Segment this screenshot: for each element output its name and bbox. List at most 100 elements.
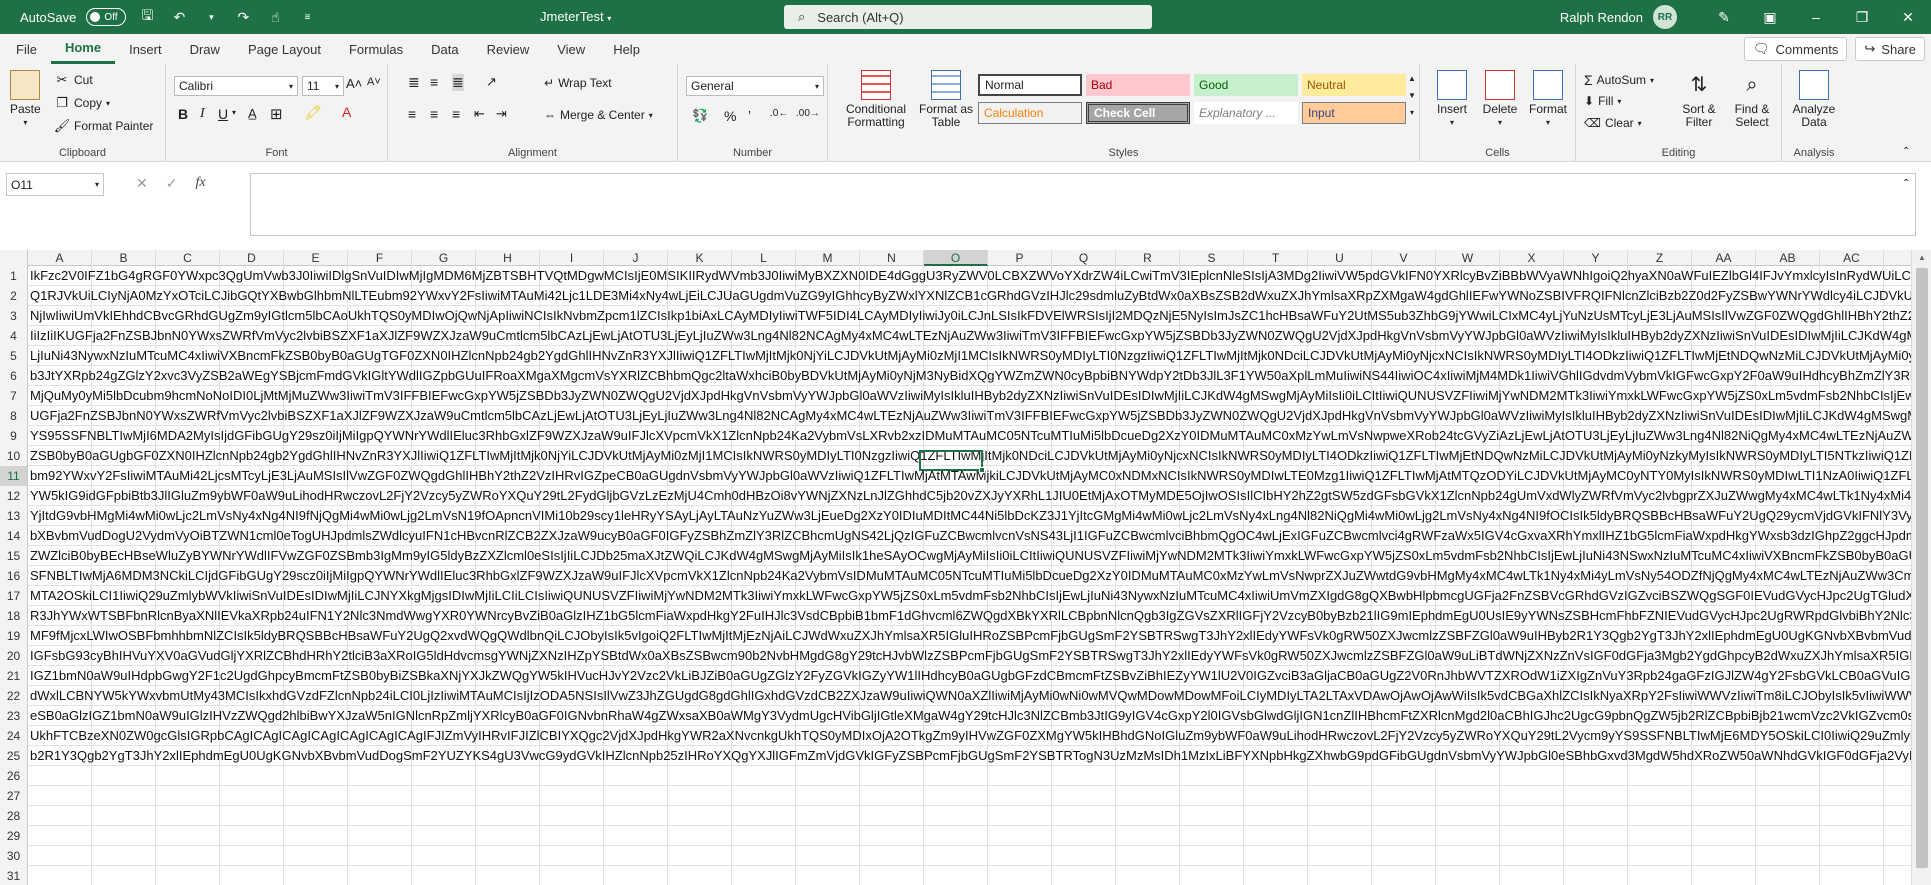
sort-filter-button[interactable]: ⇅ Sort & Filter bbox=[1676, 70, 1722, 129]
chevron-down-icon[interactable]: ▾ bbox=[232, 108, 236, 117]
column-header-j[interactable]: J bbox=[604, 250, 668, 266]
column-header-r[interactable]: R bbox=[1116, 250, 1180, 266]
fill-color-icon[interactable]: 🖍 bbox=[304, 104, 322, 121]
align-bottom-icon[interactable]: ≣ bbox=[452, 74, 464, 91]
row-header[interactable]: 3 bbox=[0, 306, 28, 326]
cell-a-text[interactable]: ZWZlciB0byBEcHBseWluZyBYWNrYWdlIFVwZGF0Z… bbox=[28, 546, 1911, 566]
row-header[interactable]: 17 bbox=[0, 586, 28, 606]
tab-draw[interactable]: Draw bbox=[176, 34, 234, 64]
column-header-u[interactable]: U bbox=[1308, 250, 1372, 266]
row-header[interactable]: 24 bbox=[0, 726, 28, 746]
cell-a-text[interactable]: SFNBLTIwMjA6MDM3NCkiLCIjdGFibGUgY29scz0i… bbox=[28, 566, 1911, 586]
number-format-select[interactable]: General ▾ bbox=[686, 76, 824, 96]
cell-a-text[interactable]: dWxlLCBNYW5kYWxvbmUtMy43MCIsIkxhdGVzdFZl… bbox=[28, 686, 1911, 706]
row-header[interactable]: 30 bbox=[0, 846, 28, 866]
column-header-k[interactable]: K bbox=[668, 250, 732, 266]
column-header-g[interactable]: G bbox=[412, 250, 476, 266]
cell-a-text[interactable]: MTA2OSkiLCI1IiwiQ29uZmlybWVkIiwiSnVuIDEs… bbox=[28, 586, 1911, 606]
row-header[interactable]: 26 bbox=[0, 766, 28, 786]
underline-icon[interactable]: U bbox=[218, 106, 228, 122]
row-header[interactable]: 7 bbox=[0, 386, 28, 406]
touch-mode-icon[interactable]: ☝ bbox=[264, 6, 286, 28]
cell-a-text[interactable]: YS95SSFNBLTIwMjI6MDA2MyIsIjdGFibGUgY29sz… bbox=[28, 426, 1911, 446]
select-all-corner[interactable] bbox=[0, 250, 28, 266]
column-header-l[interactable]: L bbox=[732, 250, 796, 266]
column-header-v[interactable]: V bbox=[1372, 250, 1436, 266]
cell-a-text[interactable]: IkFzc2V0IFZ1bG4gRGF0YWxpc3QgUmVwb3J0Iiwi… bbox=[28, 266, 1911, 286]
row-header[interactable]: 18 bbox=[0, 606, 28, 626]
decrease-decimal-icon[interactable]: .00→ bbox=[796, 108, 820, 119]
bold-icon[interactable]: B bbox=[178, 106, 188, 122]
cell-a-text[interactable]: YjItdG9vbHMgMi4wMi0wLjc2LmVsNy4xNg4NI9fN… bbox=[28, 506, 1911, 526]
align-center-icon[interactable]: ≡ bbox=[430, 106, 438, 122]
user-name[interactable]: Ralph Rendon bbox=[1560, 10, 1643, 25]
styles-scroll[interactable]: ▲ ▼ ▾ bbox=[1408, 74, 1416, 117]
column-header-h[interactable]: H bbox=[476, 250, 540, 266]
decrease-font-icon[interactable]: A˅ bbox=[367, 76, 381, 88]
active-cell-o11[interactable] bbox=[919, 450, 985, 473]
orientation-icon[interactable]: ↗ bbox=[486, 74, 497, 90]
save-icon[interactable]: 🖫 bbox=[136, 6, 158, 28]
style-input[interactable]: Input bbox=[1302, 102, 1406, 124]
increase-indent-icon[interactable]: ⇥ bbox=[496, 106, 507, 122]
undo-icon[interactable]: ↶ bbox=[168, 6, 190, 28]
column-header-x[interactable]: X bbox=[1500, 250, 1564, 266]
row-header[interactable]: 22 bbox=[0, 686, 28, 706]
column-header-z[interactable]: Z bbox=[1628, 250, 1692, 266]
style-normal[interactable]: Normal bbox=[978, 74, 1082, 96]
enter-icon[interactable]: ✓ bbox=[166, 175, 178, 192]
copy-button[interactable]: ❐ Copy ▾ bbox=[54, 95, 110, 111]
cell-a-text[interactable]: Q1RJVkUiLCIyNjA0MzYxOTciLCJibGQtYXBwbGlh… bbox=[28, 286, 1911, 306]
paste-button[interactable]: Paste ▾ bbox=[10, 70, 41, 129]
column-header-p[interactable]: P bbox=[988, 250, 1052, 266]
document-title[interactable]: JmeterTest ▾ bbox=[540, 9, 611, 24]
row-header[interactable]: 27 bbox=[0, 786, 28, 806]
increase-font-icon[interactable]: A˄ bbox=[346, 76, 362, 91]
column-header-q[interactable]: Q bbox=[1052, 250, 1116, 266]
align-right-icon[interactable]: ≡ bbox=[452, 106, 460, 122]
cell-a-text[interactable]: IGZ1bmN0aW9uIHdpbGwgY2F1c2UgdGhpcyBmcmFt… bbox=[28, 666, 1911, 686]
cut-button[interactable]: ✂ Cut bbox=[54, 72, 93, 88]
insert-cells-button[interactable]: Insert ▾ bbox=[1432, 70, 1472, 129]
column-header-w[interactable]: W bbox=[1436, 250, 1500, 266]
font-family-select[interactable]: Calibri ▾ bbox=[174, 76, 298, 96]
column-header-s[interactable]: S bbox=[1180, 250, 1244, 266]
column-header-c[interactable]: C bbox=[156, 250, 220, 266]
share-button[interactable]: ↪ Share bbox=[1855, 37, 1925, 61]
cell-a-text[interactable]: IGFsbG93cyBhIHVuYXV0aGVudGljYXRlZCBhdHRh… bbox=[28, 646, 1911, 666]
cell-a-text[interactable]: MF9fMjcxLWIwOSBFbmhhbmNlZCIsIk5ldyBRQSBB… bbox=[28, 626, 1911, 646]
collapse-ribbon-icon[interactable]: ⌃ bbox=[1902, 146, 1910, 157]
tab-data[interactable]: Data bbox=[417, 34, 472, 64]
style-bad[interactable]: Bad bbox=[1086, 74, 1190, 96]
scroll-up-icon[interactable]: ▲ bbox=[1912, 250, 1931, 266]
ribbon-display-icon[interactable]: ▣ bbox=[1747, 0, 1793, 34]
row-header[interactable]: 8 bbox=[0, 406, 28, 426]
cell-a-text[interactable]: NjIwIiwiUmVkIEhhdCBvcGRhdGUgZm9yIGtlcm5l… bbox=[28, 306, 1911, 326]
merge-center-button[interactable]: ⇔ Merge & Center ▾ bbox=[544, 108, 653, 122]
autosum-button[interactable]: Σ AutoSum ▾ bbox=[1584, 72, 1654, 88]
font-size-select[interactable]: 11 ▾ bbox=[302, 76, 344, 96]
search-box[interactable]: ⌕ Search (Alt+Q) bbox=[784, 5, 1152, 29]
style-explanatory[interactable]: Explanatory ... bbox=[1194, 102, 1298, 124]
pen-icon[interactable]: ✎ bbox=[1701, 0, 1747, 34]
redo-icon[interactable]: ↷ bbox=[232, 6, 254, 28]
column-header-b[interactable]: B bbox=[92, 250, 156, 266]
cell-a-text[interactable]: LjIuNi43NywxNzIuMTcuMC4xIiwiVXBncmFkZSB0… bbox=[28, 346, 1911, 366]
worksheet-grid[interactable]: A B C D E F G H I J K L M N O P Q R S T U V W X Y Z AA AB AC IkFzc2V… bbox=[0, 250, 1911, 885]
row-header[interactable]: 15 bbox=[0, 546, 28, 566]
cell-a-text[interactable]: UGFja2FnZSBJbnN0YWxsZWRfVmVyc2lvbiBSZXF1… bbox=[28, 406, 1911, 426]
cell-a-text[interactable]: R3JhYWxWTSBFbnRlcnByaXNlIEVkaXRpb24uIFN1… bbox=[28, 606, 1911, 626]
row-header[interactable]: 10 bbox=[0, 446, 28, 466]
fill-button[interactable]: ⬇ Fill ▾ bbox=[1584, 94, 1621, 108]
align-top-icon[interactable]: ≣ bbox=[408, 74, 420, 91]
tab-page-layout[interactable]: Page Layout bbox=[234, 34, 335, 64]
delete-cells-button[interactable]: Delete ▾ bbox=[1480, 70, 1520, 129]
close-icon[interactable]: ✕ bbox=[1885, 0, 1931, 34]
column-header-m[interactable]: M bbox=[796, 250, 860, 266]
italic-icon[interactable]: I bbox=[200, 106, 205, 122]
double-underline-icon[interactable]: A̲ bbox=[248, 106, 257, 121]
cell-a-text[interactable]: eSB0aGlzIGZ1bmN0aW9uIGlzIHVzZWQgd2hlbiBw… bbox=[28, 706, 1911, 726]
row-header[interactable]: 4 bbox=[0, 326, 28, 346]
autosave-toggle[interactable]: Off bbox=[86, 8, 127, 26]
tab-review[interactable]: Review bbox=[473, 34, 544, 64]
